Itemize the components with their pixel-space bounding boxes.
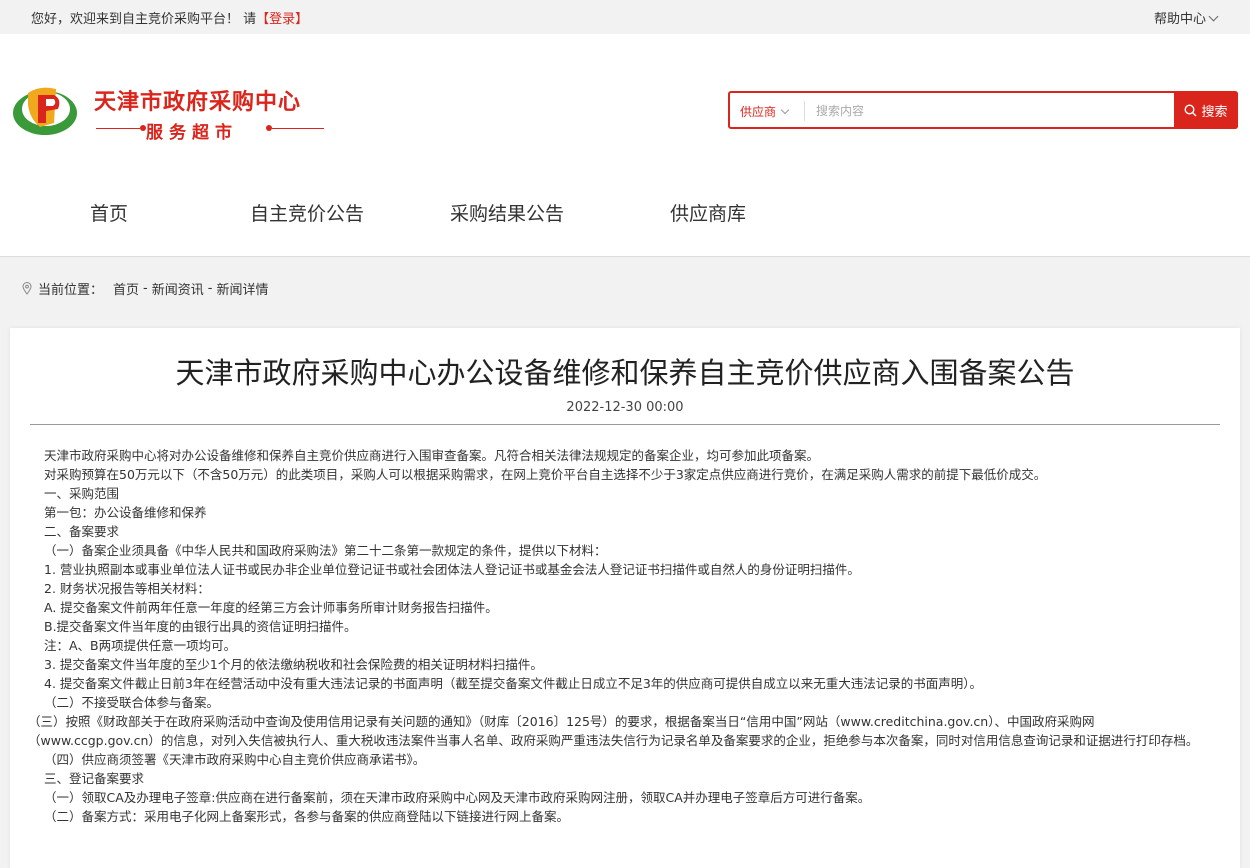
logo-icon[interactable] xyxy=(10,83,80,138)
chevron-down-icon xyxy=(780,105,790,115)
search-button-label: 搜索 xyxy=(1201,104,1228,120)
help-center-menu[interactable]: 帮助中心 xyxy=(1153,8,1219,27)
breadcrumb-label: 当前位置： xyxy=(38,283,104,298)
help-center-label: 帮助中心 xyxy=(1153,12,1206,27)
breadcrumb-separator: - xyxy=(207,281,213,296)
nav-result-announcements[interactable]: 采购结果公告 xyxy=(450,199,564,226)
breadcrumb-separator: - xyxy=(143,281,148,296)
breadcrumb: 当前位置： 首页 - 新闻资讯 - 新闻详情 xyxy=(22,279,268,298)
search-input[interactable] xyxy=(814,99,1158,123)
article-paragraph: 第一包：办公设备维修和保养 xyxy=(44,505,207,520)
location-pin-icon xyxy=(22,282,32,295)
article-paragraph: A. 提交备案文件前两年任意一年度的经第三方会计师事务所审计财务报告扫描件。 xyxy=(44,600,498,615)
chevron-down-icon xyxy=(1208,11,1219,22)
article-paragraph: B.提交备案文件当年度的由银行出具的资信证明扫描件。 xyxy=(44,619,357,634)
article-paragraph: （二）备案方式：采用电子化网上备案形式，各参与备案的供应商登陆以下链接进行网上备… xyxy=(44,809,570,824)
logo-subtitle-text: 服务超市 xyxy=(146,123,238,143)
breadcrumb-news-detail: 新闻详情 xyxy=(216,283,269,298)
logo-title: 天津市政府采购中心 xyxy=(94,90,302,115)
logo-subtitle: 服务超市 xyxy=(96,118,328,143)
article-paragraph: 4. 提交备案文件截止日前3年在经营活动中没有重大违法记录的书面声明（截至提交备… xyxy=(44,676,983,691)
article-paragraph: （一）备案企业须具备《中华人民共和国政府采购法》第二十二条第一款规定的条件，提供… xyxy=(44,543,607,558)
article-paragraph: 三、登记备案要求 xyxy=(44,771,145,786)
article-paragraph: 3. 提交备案文件当年度的至少1个月的依法缴纳税收和社会保险费的相关证明材料扫描… xyxy=(44,657,543,672)
article-paragraph: 二、备案要求 xyxy=(44,524,120,539)
article-card: 天津市政府采购中心办公设备维修和保养自主竞价供应商入围备案公告 2022-12-… xyxy=(10,328,1240,868)
article-paragraph: 1. 营业执照副本或事业单位法人证书或民办非企业单位登记证书或社会团体法人登记证… xyxy=(44,562,860,577)
nav-home[interactable]: 首页 xyxy=(90,199,128,226)
article-paragraph: （二）不接受联合体参与备案。 xyxy=(44,695,220,710)
header: 天津市政府采购中心 服务超市 供应商 搜索 首页 自主竞价公告 采购结果公告 供… xyxy=(0,34,1250,257)
nav-supplier-library[interactable]: 供应商库 xyxy=(670,199,746,226)
search-category-label: 供应商 xyxy=(740,105,777,119)
search-icon xyxy=(1184,103,1197,116)
article-paragraph: （四）供应商须签署《天津市政府采购中心自主竞价供应商承诺书》。 xyxy=(44,752,426,767)
search-button[interactable]: 搜索 xyxy=(1174,91,1238,129)
main-nav: 首页 自主竞价公告 采购结果公告 供应商库 xyxy=(0,199,1250,229)
nav-bidding-announcements[interactable]: 自主竞价公告 xyxy=(250,199,364,226)
divider xyxy=(30,424,1220,425)
article-title: 天津市政府采购中心办公设备维修和保养自主竞价供应商入围备案公告 xyxy=(175,356,1075,390)
article-date: 2022-12-30 00:00 xyxy=(566,400,684,415)
divider xyxy=(272,128,324,129)
search-category-select[interactable]: 供应商 xyxy=(740,103,790,120)
article-paragraph: （三）按照《财政部关于在政府采购活动中查询及使用信用记录有关问题的通知》（财库〔… xyxy=(28,714,1199,748)
article-paragraph: （一）领取CA及办理电子签章:供应商在进行备案前，须在天津市政府采购中心网及天津… xyxy=(44,790,871,805)
breadcrumb-news[interactable]: 新闻资讯 xyxy=(152,279,204,298)
welcome-text: 您好，欢迎来到自主竞价采购平台！ 请【登录】 xyxy=(31,12,309,27)
article-paragraph: 一、采购范围 xyxy=(44,486,120,501)
login-link[interactable]: 【登录】 xyxy=(256,12,308,27)
breadcrumb-home[interactable]: 首页 xyxy=(113,279,139,298)
article-paragraph: 2. 财务状况报告等相关材料： xyxy=(44,581,210,596)
article-paragraph: 注：A、B两项提供任意一项均可。 xyxy=(44,638,237,653)
divider xyxy=(96,128,140,129)
top-bar: 您好，欢迎来到自主竞价采购平台！ 请【登录】 帮助中心 xyxy=(0,0,1250,34)
search-bar: 供应商 搜索 xyxy=(728,91,1238,129)
article-paragraph: 天津市政府采购中心将对办公设备维修和保养自主竞价供应商进行入围审查备案。凡符合相… xyxy=(44,448,820,463)
divider xyxy=(804,101,805,121)
article-body: 天津市政府采购中心将对办公设备维修和保养自主竞价供应商进行入围审查备案。凡符合相… xyxy=(28,446,1214,826)
article-paragraph: 对采购预算在50万元以下（不含50万元）的此类项目，采购人可以根据采购需求，在网… xyxy=(44,467,1047,482)
